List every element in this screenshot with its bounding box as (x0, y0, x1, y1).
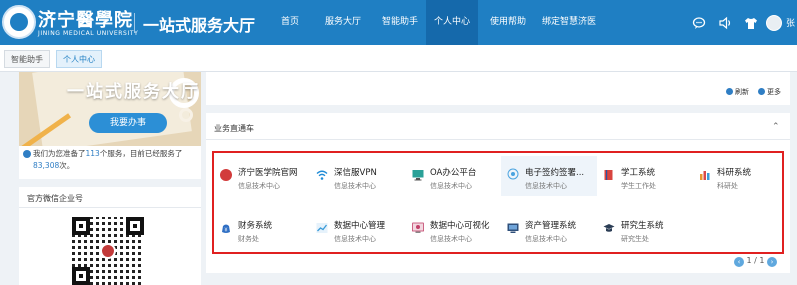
chart-icon (316, 223, 328, 233)
school-icon (220, 169, 232, 181)
service-tile-vpn[interactable]: 深信服VPN 信息技术中心 (310, 160, 406, 196)
stats-served-count: 83,308 (33, 161, 60, 170)
next-page-icon[interactable]: › (767, 257, 778, 267)
nav-assistant[interactable]: 智能助手 (374, 0, 426, 45)
pagination: ‹ 1 / 1 › (734, 256, 778, 267)
asset-icon (507, 223, 519, 233)
qr-code (72, 217, 144, 285)
tab-assistant[interactable]: 智能助手 (4, 50, 50, 68)
tab-bar: 智能助手 个人中心 (0, 45, 797, 72)
shirt-icon[interactable] (744, 16, 758, 30)
service-dept: 信息技术中心 (430, 235, 472, 243)
service-tile-student-affairs[interactable]: 学工系统 学生工作处 (597, 160, 693, 196)
header-divider (134, 13, 135, 33)
service-tile-data-visual[interactable]: 数据中心可视化 信息技术中心 (406, 213, 502, 249)
tab-personal-center[interactable]: 个人中心 (56, 50, 102, 68)
nav-help[interactable]: 使用帮助 (482, 0, 534, 45)
qr-finder (126, 217, 144, 235)
qr-logo-icon (100, 243, 116, 259)
wifi-icon (316, 170, 328, 180)
monitor-icon (412, 170, 424, 181)
service-dept: 信息技术中心 (430, 182, 472, 190)
service-name: 科研系统 (717, 168, 752, 178)
service-dept: 学生工作处 (621, 182, 656, 190)
service-tile-research[interactable]: 科研系统 科研处 (693, 160, 789, 196)
service-tile-asset[interactable]: 资产管理系统 信息技术中心 (501, 213, 597, 249)
clock-icon (23, 150, 31, 158)
service-name: 济宁医学院官网 (238, 168, 298, 178)
more-link[interactable]: 更多 (758, 87, 781, 97)
wechat-card: 官方微信企业号 (19, 187, 201, 285)
username[interactable]: 张 (786, 16, 795, 29)
stats-suffix: 次。 (59, 161, 75, 170)
chat-icon[interactable] (692, 16, 706, 30)
site-title: 一站式服务大厅 (143, 16, 256, 35)
service-tile-data-center-mgmt[interactable]: 数据中心管理 信息技术中心 (310, 213, 406, 249)
svg-text:¥: ¥ (224, 228, 227, 234)
service-dept: 科研处 (717, 182, 738, 190)
refresh-label: 刷新 (735, 88, 749, 96)
nav-home[interactable]: 首页 (270, 0, 310, 45)
top-header: 济宁醫學院 JINING MEDICAL UNIVERSITY 一站式服务大厅 … (0, 0, 797, 45)
panel-title: 业务直通车 (214, 124, 254, 133)
service-dept: 信息技术中心 (525, 235, 567, 243)
service-dept: 信息技术中心 (238, 182, 280, 190)
cap-icon (603, 224, 615, 232)
nav-service-hall[interactable]: 服务大厅 (317, 0, 369, 45)
money-icon: ¥ (222, 224, 230, 234)
service-dept: 信息技术中心 (525, 182, 567, 190)
refresh-link[interactable]: 刷新 (726, 87, 749, 97)
qr-finder (72, 267, 90, 285)
school-name-en: JINING MEDICAL UNIVERSITY (38, 30, 139, 37)
prev-page-icon[interactable]: ‹ (734, 257, 744, 267)
school-logo-icon (2, 5, 36, 39)
panel-divider (206, 139, 790, 140)
page-indicator: 1 / 1 (746, 256, 765, 265)
service-name: 资产管理系统 (525, 221, 577, 231)
stats-prefix: 我们为您准备了 (33, 149, 86, 158)
service-tile-e-sign[interactable]: 电子签约签署... 信息技术中心 (501, 156, 597, 196)
volume-icon[interactable] (718, 16, 732, 30)
wechat-divider (19, 207, 201, 208)
avatar[interactable] (766, 15, 782, 31)
collapse-chevron-icon[interactable]: ⌃ (772, 122, 780, 132)
service-name: 学工系统 (621, 168, 656, 178)
stats-service-count: 113 (85, 149, 100, 158)
service-name: 数据中心管理 (334, 221, 386, 231)
service-hall-banner: 一站式服务大厅 我要办事 (19, 72, 201, 146)
banner-title: 一站式服务大厅 (67, 82, 200, 102)
visual-icon (412, 222, 424, 233)
book-icon (604, 170, 613, 180)
service-tile-finance[interactable]: ¥ 财务系统 财务处 (214, 213, 310, 249)
service-name: 深信服VPN (334, 168, 377, 178)
service-dept: 财务处 (238, 235, 259, 243)
service-name: OA办公平台 (430, 168, 477, 178)
notice-card (206, 72, 790, 105)
bar-icon (700, 171, 710, 180)
service-tile-graduate[interactable]: 研究生系统 研究生处 (597, 213, 693, 249)
more-icon (758, 88, 765, 95)
service-name: 研究生系统 (621, 221, 664, 231)
do-business-button[interactable]: 我要办事 (89, 113, 167, 133)
stats-middle: 个服务，目前已经服务了 (99, 149, 183, 158)
service-dept: 信息技术中心 (334, 235, 376, 243)
service-tile-official-site[interactable]: 济宁医学院官网 信息技术中心 (214, 160, 310, 196)
sign-icon (507, 168, 519, 180)
service-name: 数据中心可视化 (430, 221, 490, 231)
service-dept: 研究生处 (621, 235, 649, 243)
nav-bind[interactable]: 绑定智慧济医 (536, 0, 602, 45)
school-name: 济宁醫學院 (38, 10, 133, 31)
more-label: 更多 (767, 88, 781, 96)
service-name: 电子签约签署... (525, 168, 585, 178)
service-stats: 我们为您准备了113个服务，目前已经服务了 83,308次。 (19, 146, 201, 179)
refresh-icon (726, 88, 733, 95)
wechat-title: 官方微信企业号 (27, 194, 83, 203)
nav-personal-center[interactable]: 个人中心 (426, 0, 478, 45)
service-tile-oa[interactable]: OA办公平台 信息技术中心 (406, 160, 502, 196)
service-name: 财务系统 (238, 221, 273, 231)
service-dept: 信息技术中心 (334, 182, 376, 190)
banner-ring-decoration-small (179, 108, 193, 122)
qr-finder (72, 217, 90, 235)
